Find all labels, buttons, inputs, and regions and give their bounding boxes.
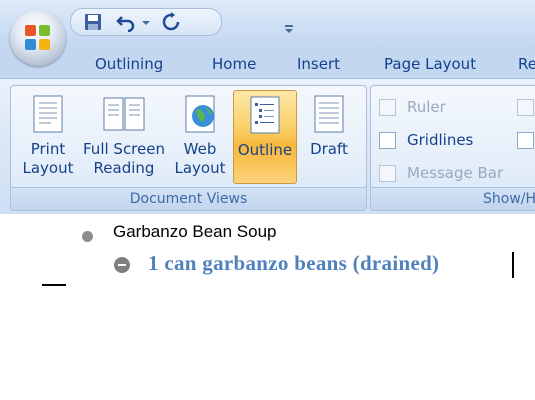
text-cursor <box>512 252 514 278</box>
outline-level2-text[interactable]: 1 can garbanzo beans (drained) <box>148 251 439 276</box>
tab-review[interactable]: Re <box>518 53 535 77</box>
outline-level1-text[interactable]: Garbanzo Bean Soup <box>113 222 277 242</box>
undo-dropdown-icon[interactable] <box>141 12 151 32</box>
outline-icon <box>250 96 280 134</box>
quick-access-toolbar <box>70 8 293 36</box>
document-views-group: Print Layout Full Screen Reading Web Lay… <box>10 85 367 211</box>
office-button[interactable] <box>10 10 66 66</box>
draft-label: Draft <box>310 140 348 158</box>
customize-toolbar-icon[interactable] <box>281 21 297 37</box>
document-area[interactable]: Garbanzo Bean Soup 1 can garbanzo beans … <box>0 214 535 400</box>
undo-icon[interactable] <box>116 12 136 32</box>
print-layout-label: Print Layout <box>22 140 74 177</box>
message-bar-checkbox[interactable]: Message Bar <box>379 162 503 184</box>
print-layout-icon <box>33 95 63 133</box>
document-views-group-label: Document Views <box>11 187 366 210</box>
ruler-label: Ruler <box>407 98 446 116</box>
outline-bullet-icon[interactable] <box>82 231 93 242</box>
office-logo-icon <box>25 25 51 51</box>
show-hide-group: Ruler Gridlines Message Bar Show/H <box>370 85 535 211</box>
ruler-checkbox-box[interactable] <box>379 99 396 116</box>
draft-button[interactable]: Draft <box>299 90 359 182</box>
collapse-minus-icon[interactable] <box>114 257 130 273</box>
draft-icon <box>314 95 344 133</box>
document-map-checkbox-box[interactable] <box>517 132 534 149</box>
tab-outlining[interactable]: Outlining <box>95 53 163 77</box>
message-bar-label: Message Bar <box>407 164 504 182</box>
redo-icon[interactable] <box>161 12 181 32</box>
ruler-checkbox[interactable]: Ruler <box>379 96 446 118</box>
ribbon-tabs: Outlining Home Insert Page Layout Re <box>0 48 535 78</box>
end-of-document-marker <box>42 284 66 286</box>
full-screen-reading-button[interactable]: Full Screen Reading <box>81 90 167 182</box>
tab-home[interactable]: Home <box>212 53 256 77</box>
thumbnails-checkbox-box[interactable] <box>517 99 534 116</box>
message-bar-checkbox-box[interactable] <box>379 165 396 182</box>
print-layout-button[interactable]: Print Layout <box>17 90 79 182</box>
gridlines-checkbox-box[interactable] <box>379 132 396 149</box>
gridlines-label: Gridlines <box>407 131 474 149</box>
gridlines-checkbox[interactable]: Gridlines <box>379 129 473 151</box>
tab-insert[interactable]: Insert <box>297 53 340 77</box>
show-hide-group-label: Show/H <box>371 187 535 210</box>
web-layout-button[interactable]: Web Layout <box>171 90 229 182</box>
full-screen-reading-icon <box>103 97 145 131</box>
save-icon[interactable] <box>83 12 103 32</box>
web-layout-label: Web Layout <box>174 140 226 177</box>
web-layout-icon <box>185 95 215 133</box>
full-screen-reading-label: Full Screen Reading <box>83 140 165 177</box>
outline-label: Outline <box>237 141 293 159</box>
ribbon: Print Layout Full Screen Reading Web Lay… <box>0 78 535 215</box>
title-bar <box>0 0 535 48</box>
tab-page-layout[interactable]: Page Layout <box>384 53 476 77</box>
outline-button[interactable]: Outline <box>233 90 297 184</box>
